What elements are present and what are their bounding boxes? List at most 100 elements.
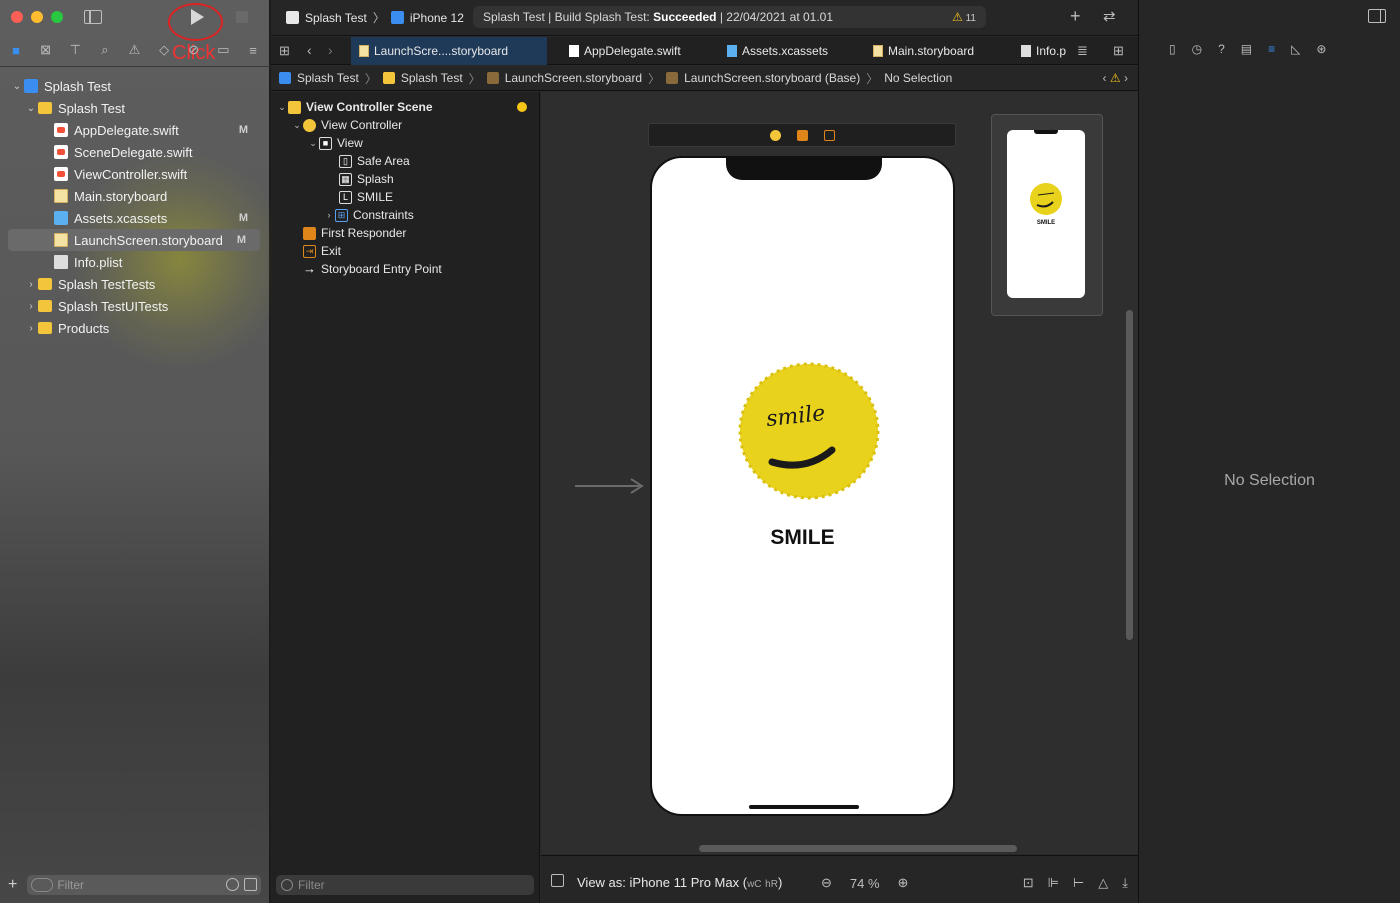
warning-badge[interactable]: ⚠ 11 <box>952 6 976 30</box>
back-arrow-icon[interactable]: ‹ <box>307 42 312 58</box>
outline-toggle-icon[interactable] <box>551 874 564 887</box>
splash-image[interactable]: smile <box>736 360 882 502</box>
zoom-window-button[interactable] <box>51 11 63 23</box>
report-icon[interactable]: ≡ <box>245 42 261 58</box>
forward-arrow-icon[interactable]: › <box>328 42 333 58</box>
tree-item-file[interactable]: Main.storyboard <box>0 185 270 207</box>
tree-item-file[interactable]: Info.plist <box>0 251 270 273</box>
chevron-right-icon[interactable]: › <box>24 323 38 334</box>
breakpoint-icon[interactable]: ▭ <box>215 42 231 58</box>
tree-item-folder[interactable]: › Splash TestTests <box>0 273 270 295</box>
tree-item-folder[interactable]: ⌄ Splash Test <box>0 97 270 119</box>
minimize-window-button[interactable] <box>31 11 43 23</box>
vertical-scrollbar[interactable] <box>1126 310 1133 640</box>
tab-assets[interactable]: Assets.xcassets <box>719 37 859 65</box>
debug-icon[interactable]: ⊘ <box>186 42 202 58</box>
outline-row[interactable]: First Responder <box>271 224 539 242</box>
outline-filter-input[interactable]: Filter <box>276 875 534 895</box>
tree-item-file[interactable]: SceneDelegate.swift <box>0 141 270 163</box>
view-as-device-button[interactable]: View as: iPhone 11 Pro Max (wC hR) <box>577 875 782 890</box>
outline-row-scene[interactable]: ⌄ View Controller Scene <box>271 98 539 116</box>
zoom-level[interactable]: 74 % <box>850 876 880 891</box>
tree-item-file-selected[interactable]: LaunchScreen.storyboard M <box>8 229 260 251</box>
sidebar-toggle-icon[interactable] <box>84 10 102 24</box>
tree-item-file[interactable]: ViewController.swift <box>0 163 270 185</box>
first-responder-icon[interactable] <box>797 130 808 141</box>
add-icon[interactable]: + <box>8 876 17 894</box>
align-icon[interactable]: ⊫ <box>1048 875 1059 891</box>
filter-options-icon[interactable] <box>31 878 54 892</box>
add-constraints-icon[interactable]: ⊢ <box>1073 875 1084 891</box>
inspector-toggle-icon[interactable] <box>1368 9 1386 23</box>
launch-screen-preview[interactable]: smile SMILE <box>650 156 955 816</box>
editor-options-icon[interactable]: ≣ <box>1077 43 1088 59</box>
update-frames-icon[interactable]: ⊡ <box>1023 875 1034 891</box>
outline-row[interactable]: ⇥ Exit <box>271 242 539 260</box>
tab-launchscreen[interactable]: LaunchScre....storyboard <box>351 37 547 65</box>
resolve-issues-icon[interactable]: △ <box>1098 875 1108 891</box>
breadcrumb-item[interactable]: LaunchScreen.storyboard (Base) <box>684 71 860 85</box>
size-inspector-icon[interactable]: ◺ <box>1291 42 1300 56</box>
split-editor-icon[interactable]: ⊞ <box>1113 43 1124 59</box>
tab-info-plist[interactable]: Info.p <box>1013 37 1073 65</box>
scheme-selector[interactable]: Splash Test 〉 iPhone 12 <box>286 9 464 26</box>
plus-icon[interactable]: + <box>1070 6 1081 27</box>
connections-inspector-icon[interactable]: ⊛ <box>1316 42 1326 56</box>
zoom-in-icon[interactable]: ⊕ <box>898 875 909 891</box>
breadcrumb-item[interactable]: Splash Test <box>297 71 359 85</box>
outline-row[interactable]: → Storyboard Entry Point <box>271 260 539 278</box>
outline-row[interactable]: L SMILE <box>271 188 539 206</box>
navigator-filter-input[interactable]: Filter <box>27 875 261 895</box>
tab-main-storyboard[interactable]: Main.storyboard <box>865 37 1010 65</box>
outline-row[interactable]: › ⊞ Constraints <box>271 206 539 224</box>
warning-icon[interactable]: ⚠ <box>127 42 143 58</box>
grid-icon[interactable]: ⊞ <box>279 43 290 59</box>
stop-button[interactable] <box>236 11 248 23</box>
entry-point-arrow[interactable] <box>575 478 645 494</box>
chevron-right-icon[interactable]: › <box>24 301 38 312</box>
view-controller-icon[interactable] <box>770 130 781 141</box>
folder-icon[interactable]: ■ <box>8 42 24 58</box>
history-inspector-icon[interactable]: ◷ <box>1192 42 1202 56</box>
chevron-down-icon[interactable]: ⌄ <box>291 120 303 131</box>
breadcrumb-item[interactable]: LaunchScreen.storyboard <box>505 71 642 85</box>
outline-row[interactable]: ▯ Safe Area <box>271 152 539 170</box>
tab-appdelegate[interactable]: AppDelegate.swift <box>561 37 711 65</box>
breadcrumb-item[interactable]: Splash Test <box>401 71 463 85</box>
swap-arrows-icon[interactable]: ⇄ <box>1103 7 1116 25</box>
tree-item-project[interactable]: ⌄ Splash Test <box>0 75 270 97</box>
horizontal-scrollbar[interactable] <box>699 845 1017 852</box>
exit-icon[interactable] <box>824 130 835 141</box>
quick-help-icon[interactable]: ? <box>1218 42 1225 56</box>
chevron-right-icon[interactable]: › <box>323 210 335 220</box>
symbol-icon[interactable]: ⊤ <box>67 42 83 58</box>
chevron-down-icon[interactable]: ⌄ <box>10 81 24 92</box>
outline-row[interactable]: ▦ Splash <box>271 170 539 188</box>
recent-files-icon[interactable] <box>226 878 239 891</box>
chevron-down-icon[interactable]: ⌄ <box>24 103 38 114</box>
storyboard-canvas[interactable]: smile SMILE SMILE <box>541 92 1138 854</box>
outline-row[interactable]: ⌄ ■ View <box>271 134 539 152</box>
search-icon[interactable]: ⌕ <box>97 42 113 58</box>
test-icon[interactable]: ◇ <box>156 42 172 58</box>
breadcrumb-item[interactable]: No Selection <box>884 71 952 85</box>
attributes-inspector-icon[interactable]: ≡ <box>1268 42 1275 56</box>
outline-row[interactable]: ⌄ View Controller <box>271 116 539 134</box>
chevron-down-icon[interactable]: ⌄ <box>307 138 319 149</box>
chevron-right-icon[interactable]: › <box>24 279 38 290</box>
tree-item-file[interactable]: AppDelegate.swift M <box>0 119 270 141</box>
tree-item-folder[interactable]: › Splash TestUITests <box>0 295 270 317</box>
tree-item-folder[interactable]: › Products <box>0 317 270 339</box>
minimap[interactable]: SMILE <box>991 114 1103 316</box>
close-window-button[interactable] <box>11 11 23 23</box>
chevron-down-icon[interactable]: ⌄ <box>276 102 288 113</box>
smile-label[interactable]: SMILE <box>652 526 953 550</box>
zoom-out-icon[interactable]: ⊖ <box>821 875 832 891</box>
file-inspector-icon[interactable]: ▯ <box>1169 42 1176 56</box>
tree-item-file[interactable]: Assets.xcassets M <box>0 207 270 229</box>
issue-navigation[interactable]: ‹ ⚠ › <box>1103 71 1128 85</box>
source-control-filter-icon[interactable] <box>244 878 257 891</box>
embed-in-icon[interactable]: ⤓ <box>1122 875 1128 891</box>
source-control-icon[interactable]: ⊠ <box>38 42 54 58</box>
identity-inspector-icon[interactable]: ▤ <box>1241 42 1252 56</box>
